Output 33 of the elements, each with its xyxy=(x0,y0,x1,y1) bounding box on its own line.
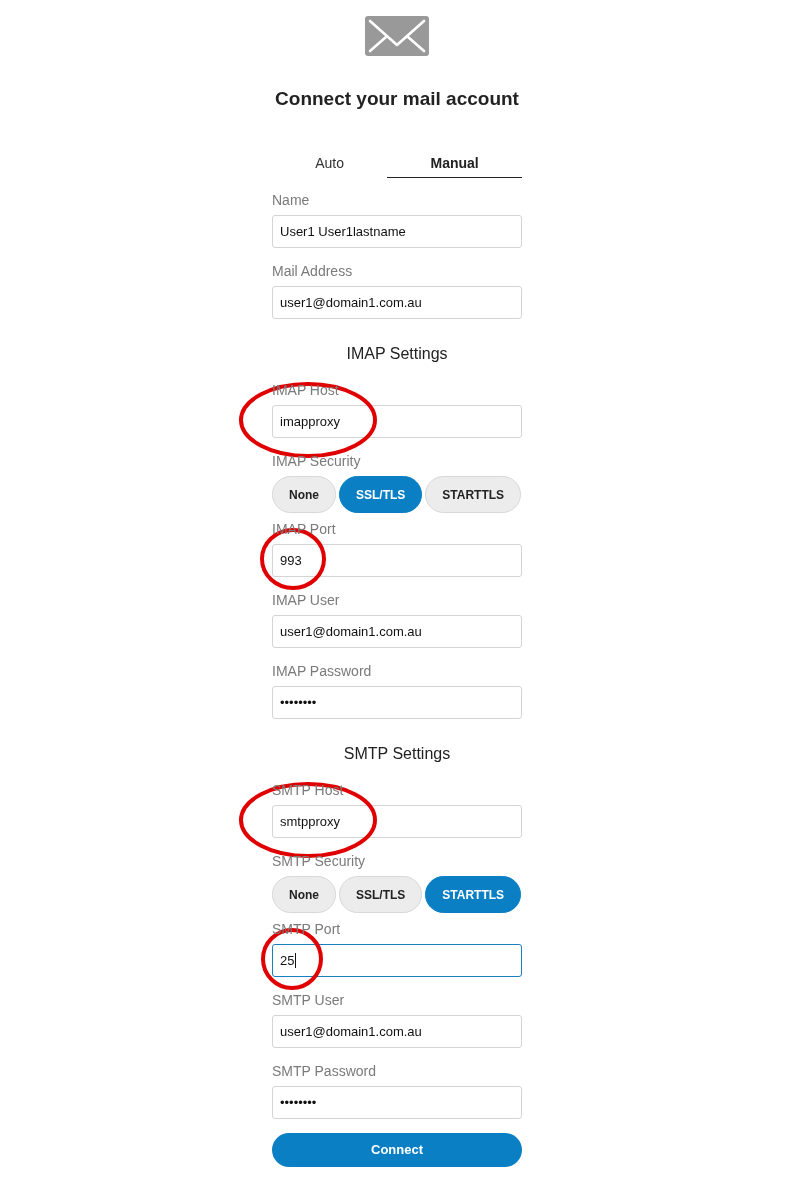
text-field[interactable]: imapproxy xyxy=(272,405,522,438)
field-label: SMTP User xyxy=(272,991,345,1010)
section-heading: IMAP Settings xyxy=(345,344,449,364)
security-option[interactable]: SSL/TLS xyxy=(339,476,423,513)
text-field[interactable]: •••••••• xyxy=(272,1086,522,1119)
field-label: SMTP Password xyxy=(272,1062,376,1081)
text-field[interactable]: user1@domain1.com.au xyxy=(272,286,522,319)
tab[interactable]: Auto xyxy=(272,150,388,178)
field-label: SMTP Security xyxy=(272,852,366,871)
section-heading: SMTP Settings xyxy=(342,744,452,764)
field-label: IMAP Port xyxy=(272,520,336,539)
connect-button[interactable]: Connect xyxy=(272,1133,522,1167)
text-field[interactable]: user1@domain1.com.au xyxy=(272,1015,522,1048)
field-label: Mail Address xyxy=(272,262,353,281)
field-label: IMAP Host xyxy=(272,381,339,400)
page-title: Connect your mail account xyxy=(275,87,519,111)
text-field[interactable]: smtpproxy xyxy=(272,805,522,838)
security-option[interactable]: STARTTLS xyxy=(425,476,522,513)
security-option[interactable]: None xyxy=(272,476,336,513)
security-option[interactable]: SSL/TLS xyxy=(339,876,423,913)
field-label: IMAP Password xyxy=(272,662,372,681)
tab[interactable]: Manual xyxy=(387,150,522,178)
security-option[interactable]: STARTTLS xyxy=(425,876,522,913)
text-field[interactable]: 25 xyxy=(272,944,522,977)
text-field[interactable]: •••••••• xyxy=(272,686,522,719)
text-field[interactable]: User1 User1lastname xyxy=(272,215,522,248)
text-field[interactable]: 993 xyxy=(272,544,522,577)
envelope-icon xyxy=(365,16,429,56)
field-label: IMAP Security xyxy=(272,452,361,471)
text-field[interactable]: user1@domain1.com.au xyxy=(272,615,522,648)
field-label: Name xyxy=(272,191,310,210)
security-option[interactable]: None xyxy=(272,876,336,913)
field-label: IMAP User xyxy=(272,591,340,610)
